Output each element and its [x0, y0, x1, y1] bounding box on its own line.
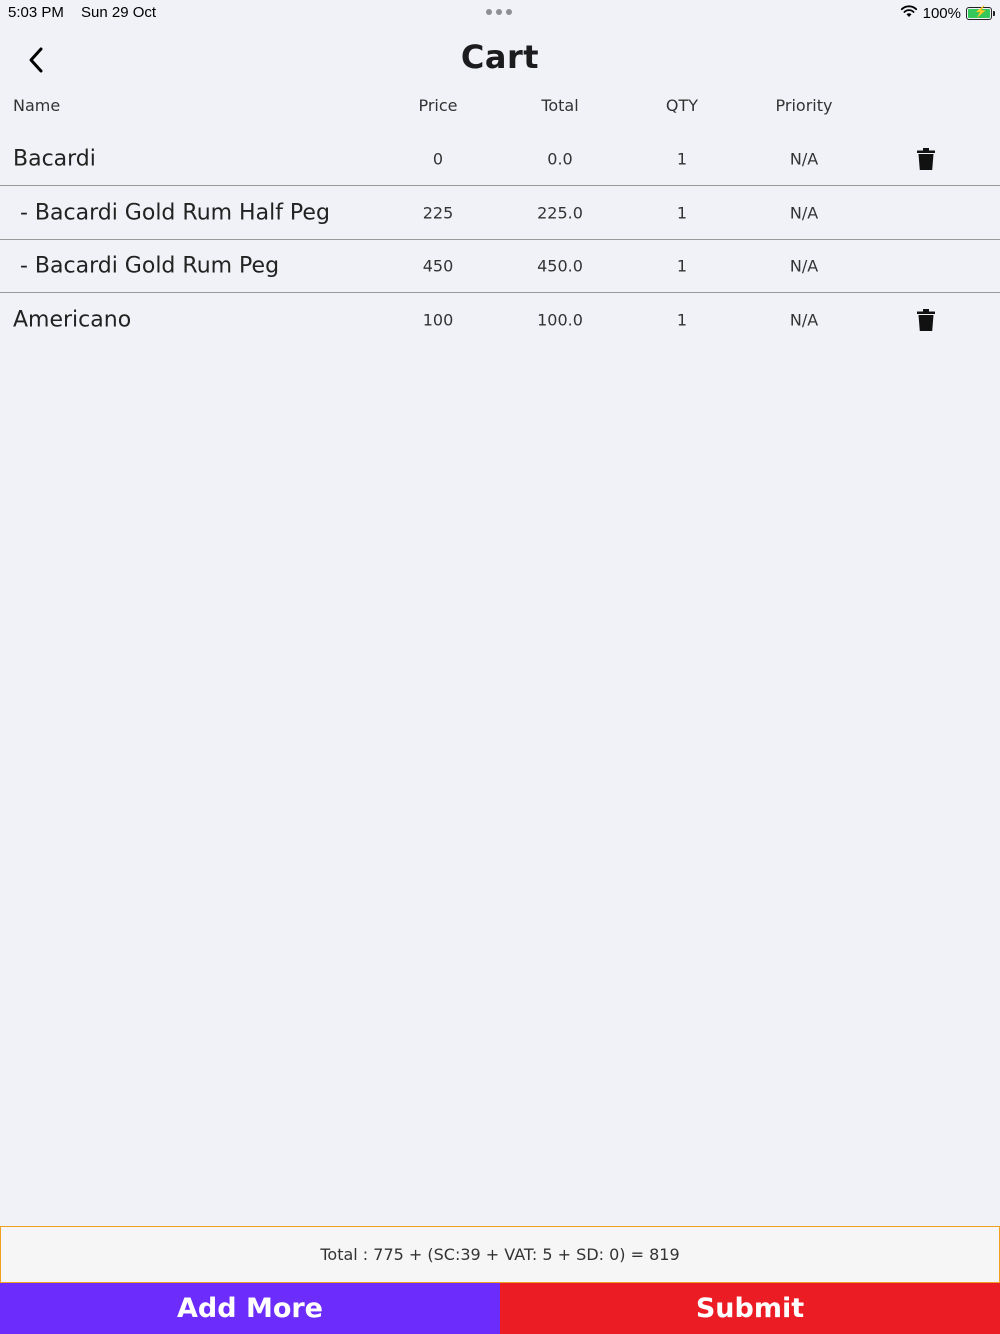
add-more-button[interactable]: Add More [0, 1283, 500, 1334]
item-qty: 1 [676, 149, 688, 168]
column-header-total: Total [541, 96, 579, 115]
navigation-bar: Cart [0, 30, 1000, 90]
status-bar: 5:03 PM Sun 29 Oct 100% ⚡ [0, 0, 1000, 26]
table-header: Name Price Total QTY Priority [0, 96, 1000, 128]
wifi-icon [900, 4, 918, 22]
item-qty: 1 [676, 256, 688, 275]
status-time: 5:03 PM [8, 4, 64, 21]
trash-icon [917, 147, 935, 170]
item-name: Americano [13, 307, 132, 332]
item-priority: N/A [789, 256, 819, 275]
item-name: Bacardi [13, 146, 96, 171]
column-header-name: Name [13, 96, 61, 115]
multitasking-dots-icon[interactable] [486, 9, 512, 15]
status-indicators: 100% ⚡ [900, 4, 995, 22]
item-price: 0 [432, 149, 444, 168]
battery-percent: 100% [922, 4, 961, 22]
cart-row[interactable]: Americano 100 100.0 1 N/A [0, 293, 1000, 346]
cart-row-modifier[interactable]: - Bacardi Gold Rum Half Peg 225 225.0 1 … [0, 186, 1000, 240]
item-qty: 1 [676, 310, 688, 329]
order-total-text: Total : 775 + (SC:39 + VAT: 5 + SD: 0) =… [320, 1245, 680, 1264]
item-priority: N/A [789, 203, 819, 222]
item-priority: N/A [789, 310, 819, 329]
column-header-qty: QTY [665, 96, 699, 115]
item-price: 450 [422, 256, 454, 275]
trash-icon [917, 308, 935, 331]
item-total: 450.0 [537, 256, 583, 275]
item-name: - Bacardi Gold Rum Half Peg [20, 200, 330, 225]
action-buttons: Add More Submit [0, 1283, 1000, 1334]
order-total-summary: Total : 775 + (SC:39 + VAT: 5 + SD: 0) =… [0, 1226, 1000, 1283]
delete-button[interactable] [906, 308, 946, 331]
cart-row-modifier[interactable]: - Bacardi Gold Rum Peg 450 450.0 1 N/A [0, 239, 1000, 293]
submit-button[interactable]: Submit [500, 1283, 1000, 1334]
item-total: 100.0 [537, 310, 583, 329]
page-title: Cart [460, 38, 540, 76]
delete-button[interactable] [906, 147, 946, 170]
column-header-priority: Priority [775, 96, 833, 115]
column-header-price: Price [418, 96, 458, 115]
item-price: 225 [422, 203, 454, 222]
item-name: - Bacardi Gold Rum Peg [20, 253, 280, 278]
item-total: 225.0 [537, 203, 583, 222]
status-date: Sun 29 Oct [81, 4, 157, 21]
cart-row[interactable]: Bacardi 0 0.0 1 N/A [0, 132, 1000, 186]
battery-icon: ⚡ [966, 6, 995, 20]
item-priority: N/A [789, 149, 819, 168]
item-total: 0.0 [547, 149, 573, 168]
item-qty: 1 [676, 203, 688, 222]
item-price: 100 [422, 310, 454, 329]
